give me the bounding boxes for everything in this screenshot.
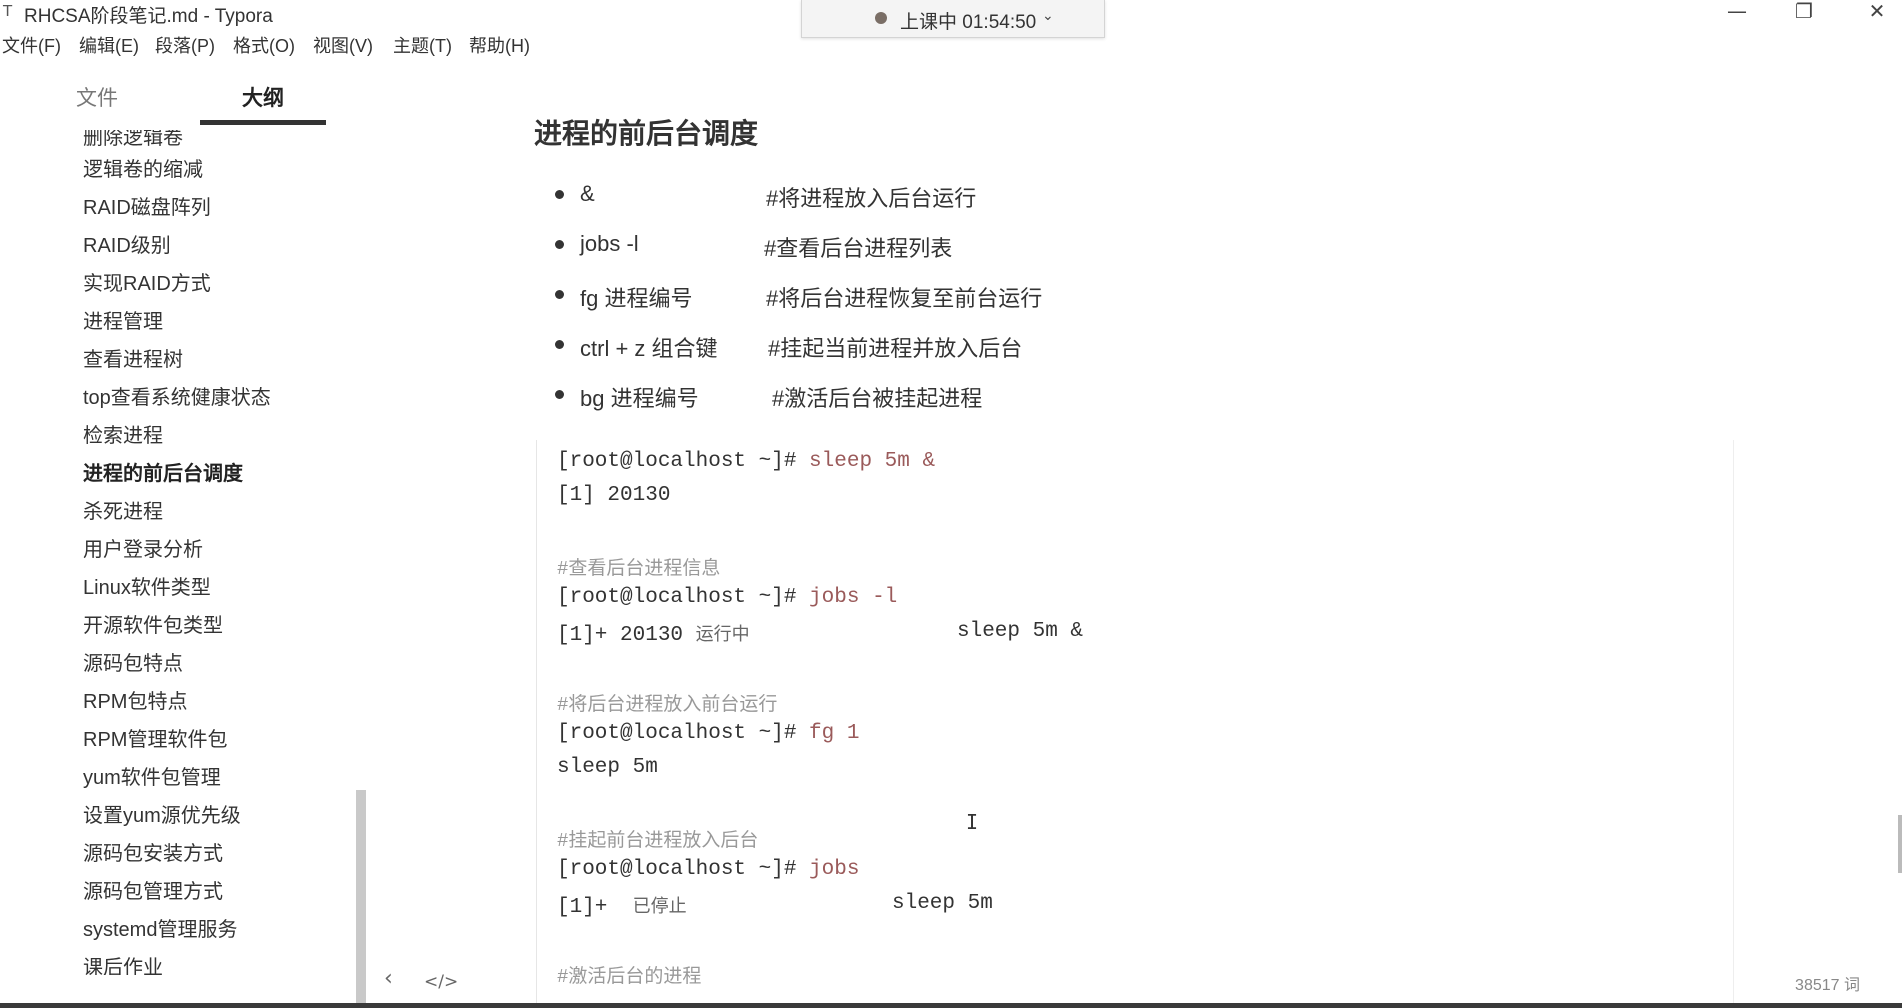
- chevron-down-icon[interactable]: ⌄: [1042, 7, 1054, 24]
- outline-item[interactable]: 课后作业: [83, 956, 163, 975]
- bullet-icon: [555, 290, 564, 299]
- outline-item[interactable]: 用户登录分析: [83, 538, 203, 562]
- window-title: RHCSA阶段笔记.md - Typora: [24, 6, 273, 27]
- bullet-description[interactable]: #将后台进程恢复至前台运行: [766, 281, 1042, 313]
- minimize-icon: —: [1727, 0, 1747, 23]
- bullet-icon: [555, 240, 564, 249]
- outline-item-active[interactable]: 进程的前后台调度: [83, 462, 243, 486]
- outline-item[interactable]: 源码包安装方式: [83, 842, 223, 866]
- code-comment: #激活后台的进程: [557, 966, 702, 988]
- bullet-icon: [555, 340, 564, 349]
- outline-item[interactable]: 删除逻辑卷: [83, 130, 183, 150]
- shell-prompt: [root@localhost ~]#: [557, 586, 797, 609]
- recording-indicator[interactable]: 上课中 01:54:50 ⌄: [801, 0, 1105, 38]
- close-button[interactable]: ✕: [1853, 0, 1901, 26]
- sidebar: 文件 大纲 删除逻辑卷 逻辑卷的缩减 RAID磁盘阵列 RAID级别 实现RAI…: [0, 60, 368, 1008]
- bullet-command[interactable]: &: [580, 181, 595, 207]
- outline-item[interactable]: Linux软件类型: [83, 576, 211, 600]
- outline-item[interactable]: 实现RAID方式: [83, 272, 211, 296]
- outline-item[interactable]: RPM管理软件包: [83, 728, 227, 752]
- text-cursor-icon: I: [966, 810, 979, 834]
- shell-command: fg 1: [796, 722, 860, 745]
- outline-item[interactable]: 查看进程树: [83, 348, 183, 372]
- recording-timer: 上课中 01:54:50: [900, 12, 1037, 33]
- shell-command: jobs -l: [796, 586, 898, 609]
- menu-help[interactable]: 帮助(H): [469, 32, 530, 58]
- menu-view[interactable]: 视图(V): [313, 32, 373, 58]
- shell-prompt: [root@localhost ~]#: [557, 858, 797, 881]
- outline-item[interactable]: yum软件包管理: [83, 766, 221, 790]
- code-line: [root@localhost ~]# sleep 5m &: [557, 450, 935, 473]
- outline-item[interactable]: RPM包特点: [83, 690, 187, 714]
- bullet-command[interactable]: ctrl + z 组合键: [580, 331, 718, 363]
- maximize-button[interactable]: ❐: [1780, 0, 1828, 26]
- editor-scrollbar[interactable]: [1898, 815, 1902, 873]
- code-line: [root@localhost ~]# fg 1: [557, 722, 859, 745]
- code-block[interactable]: [root@localhost ~]# sleep 5m & [1] 20130…: [536, 440, 1734, 1008]
- outline-item[interactable]: 源码包管理方式: [83, 880, 223, 904]
- outline-item[interactable]: 源码包特点: [83, 652, 183, 676]
- outline-item[interactable]: top查看系统健康状态: [83, 386, 271, 410]
- section-heading[interactable]: 进程的前后台调度: [534, 112, 758, 152]
- outline-item[interactable]: 逻辑卷的缩减: [83, 158, 203, 182]
- code-line: [root@localhost ~]# jobs -l: [557, 586, 897, 609]
- outline-item[interactable]: systemd管理服务: [83, 918, 237, 942]
- menu-theme[interactable]: 主题(T): [393, 32, 452, 58]
- outline-scrollbar[interactable]: [356, 790, 366, 1008]
- shell-prompt: [root@localhost ~]#: [557, 450, 797, 473]
- shell-prompt: [root@localhost ~]#: [557, 722, 797, 745]
- taskbar-edge: [0, 1003, 1902, 1008]
- job-state: 已停止: [632, 896, 687, 917]
- shell-command: sleep 5m &: [796, 450, 936, 473]
- code-line: [1]+ 20130 运行中 sleep 5m &: [557, 620, 1083, 647]
- bullet-command[interactable]: bg 进程编号: [580, 381, 699, 413]
- outline-item[interactable]: RAID级别: [83, 234, 171, 258]
- code-line: [1]+ 已停止 sleep 5m: [557, 892, 993, 919]
- recording-dot-icon: [875, 12, 887, 24]
- outline-item[interactable]: 进程管理: [83, 310, 163, 334]
- bullet-icon: [555, 190, 564, 199]
- bullet-description[interactable]: #挂起当前进程并放入后台: [768, 331, 1022, 363]
- code-comment: #将后台进程放入前台运行: [557, 694, 778, 716]
- outline-item[interactable]: RAID磁盘阵列: [83, 196, 211, 220]
- bullet-description[interactable]: #将进程放入后台运行: [766, 181, 976, 213]
- shell-command: jobs: [796, 858, 860, 881]
- outline-item[interactable]: 开源软件包类型: [83, 614, 223, 638]
- code-comment: #挂起前台进程放入后台: [557, 830, 759, 852]
- source-code-icon[interactable]: </>: [424, 972, 458, 992]
- menu-format[interactable]: 格式(O): [233, 32, 295, 58]
- code-line: [root@localhost ~]# jobs: [557, 858, 859, 881]
- minimize-button[interactable]: —: [1713, 0, 1761, 26]
- outline-item[interactable]: 设置yum源优先级: [83, 804, 241, 828]
- outline-list: 删除逻辑卷 逻辑卷的缩减 RAID磁盘阵列 RAID级别 实现RAID方式 进程…: [0, 130, 356, 975]
- word-count[interactable]: 38517 词: [1795, 971, 1860, 995]
- tab-outline[interactable]: 大纲: [242, 82, 284, 112]
- bullet-icon: [555, 390, 564, 399]
- menu-edit[interactable]: 编辑(E): [79, 32, 139, 58]
- maximize-icon: ❐: [1795, 0, 1813, 23]
- active-tab-indicator: [200, 120, 326, 125]
- job-command: sleep 5m &: [957, 620, 1084, 643]
- typora-app-icon: T: [3, 2, 13, 20]
- tab-files[interactable]: 文件: [76, 82, 118, 112]
- job-state: 运行中: [695, 624, 750, 645]
- code-line: sleep 5m: [557, 756, 658, 779]
- close-icon: ✕: [1868, 0, 1886, 23]
- bullet-description[interactable]: #查看后台进程列表: [764, 231, 952, 263]
- code-line: [1] 20130: [557, 484, 671, 507]
- outline-item[interactable]: 杀死进程: [83, 500, 163, 524]
- bullet-command[interactable]: fg 进程编号: [580, 281, 692, 313]
- menu-file[interactable]: 文件(F): [2, 32, 61, 58]
- back-arrow-icon[interactable]: ‹: [384, 966, 393, 991]
- job-command: sleep 5m: [892, 892, 993, 915]
- bullet-description[interactable]: #激活后台被挂起进程: [772, 381, 982, 413]
- outline-item[interactable]: 检索进程: [83, 424, 163, 448]
- job-info: [1]+: [557, 896, 633, 919]
- menu-paragraph[interactable]: 段落(P): [155, 32, 215, 58]
- bullet-command[interactable]: jobs -l: [580, 231, 639, 257]
- code-comment: #查看后台进程信息: [557, 558, 721, 580]
- job-info: [1]+ 20130: [557, 624, 696, 647]
